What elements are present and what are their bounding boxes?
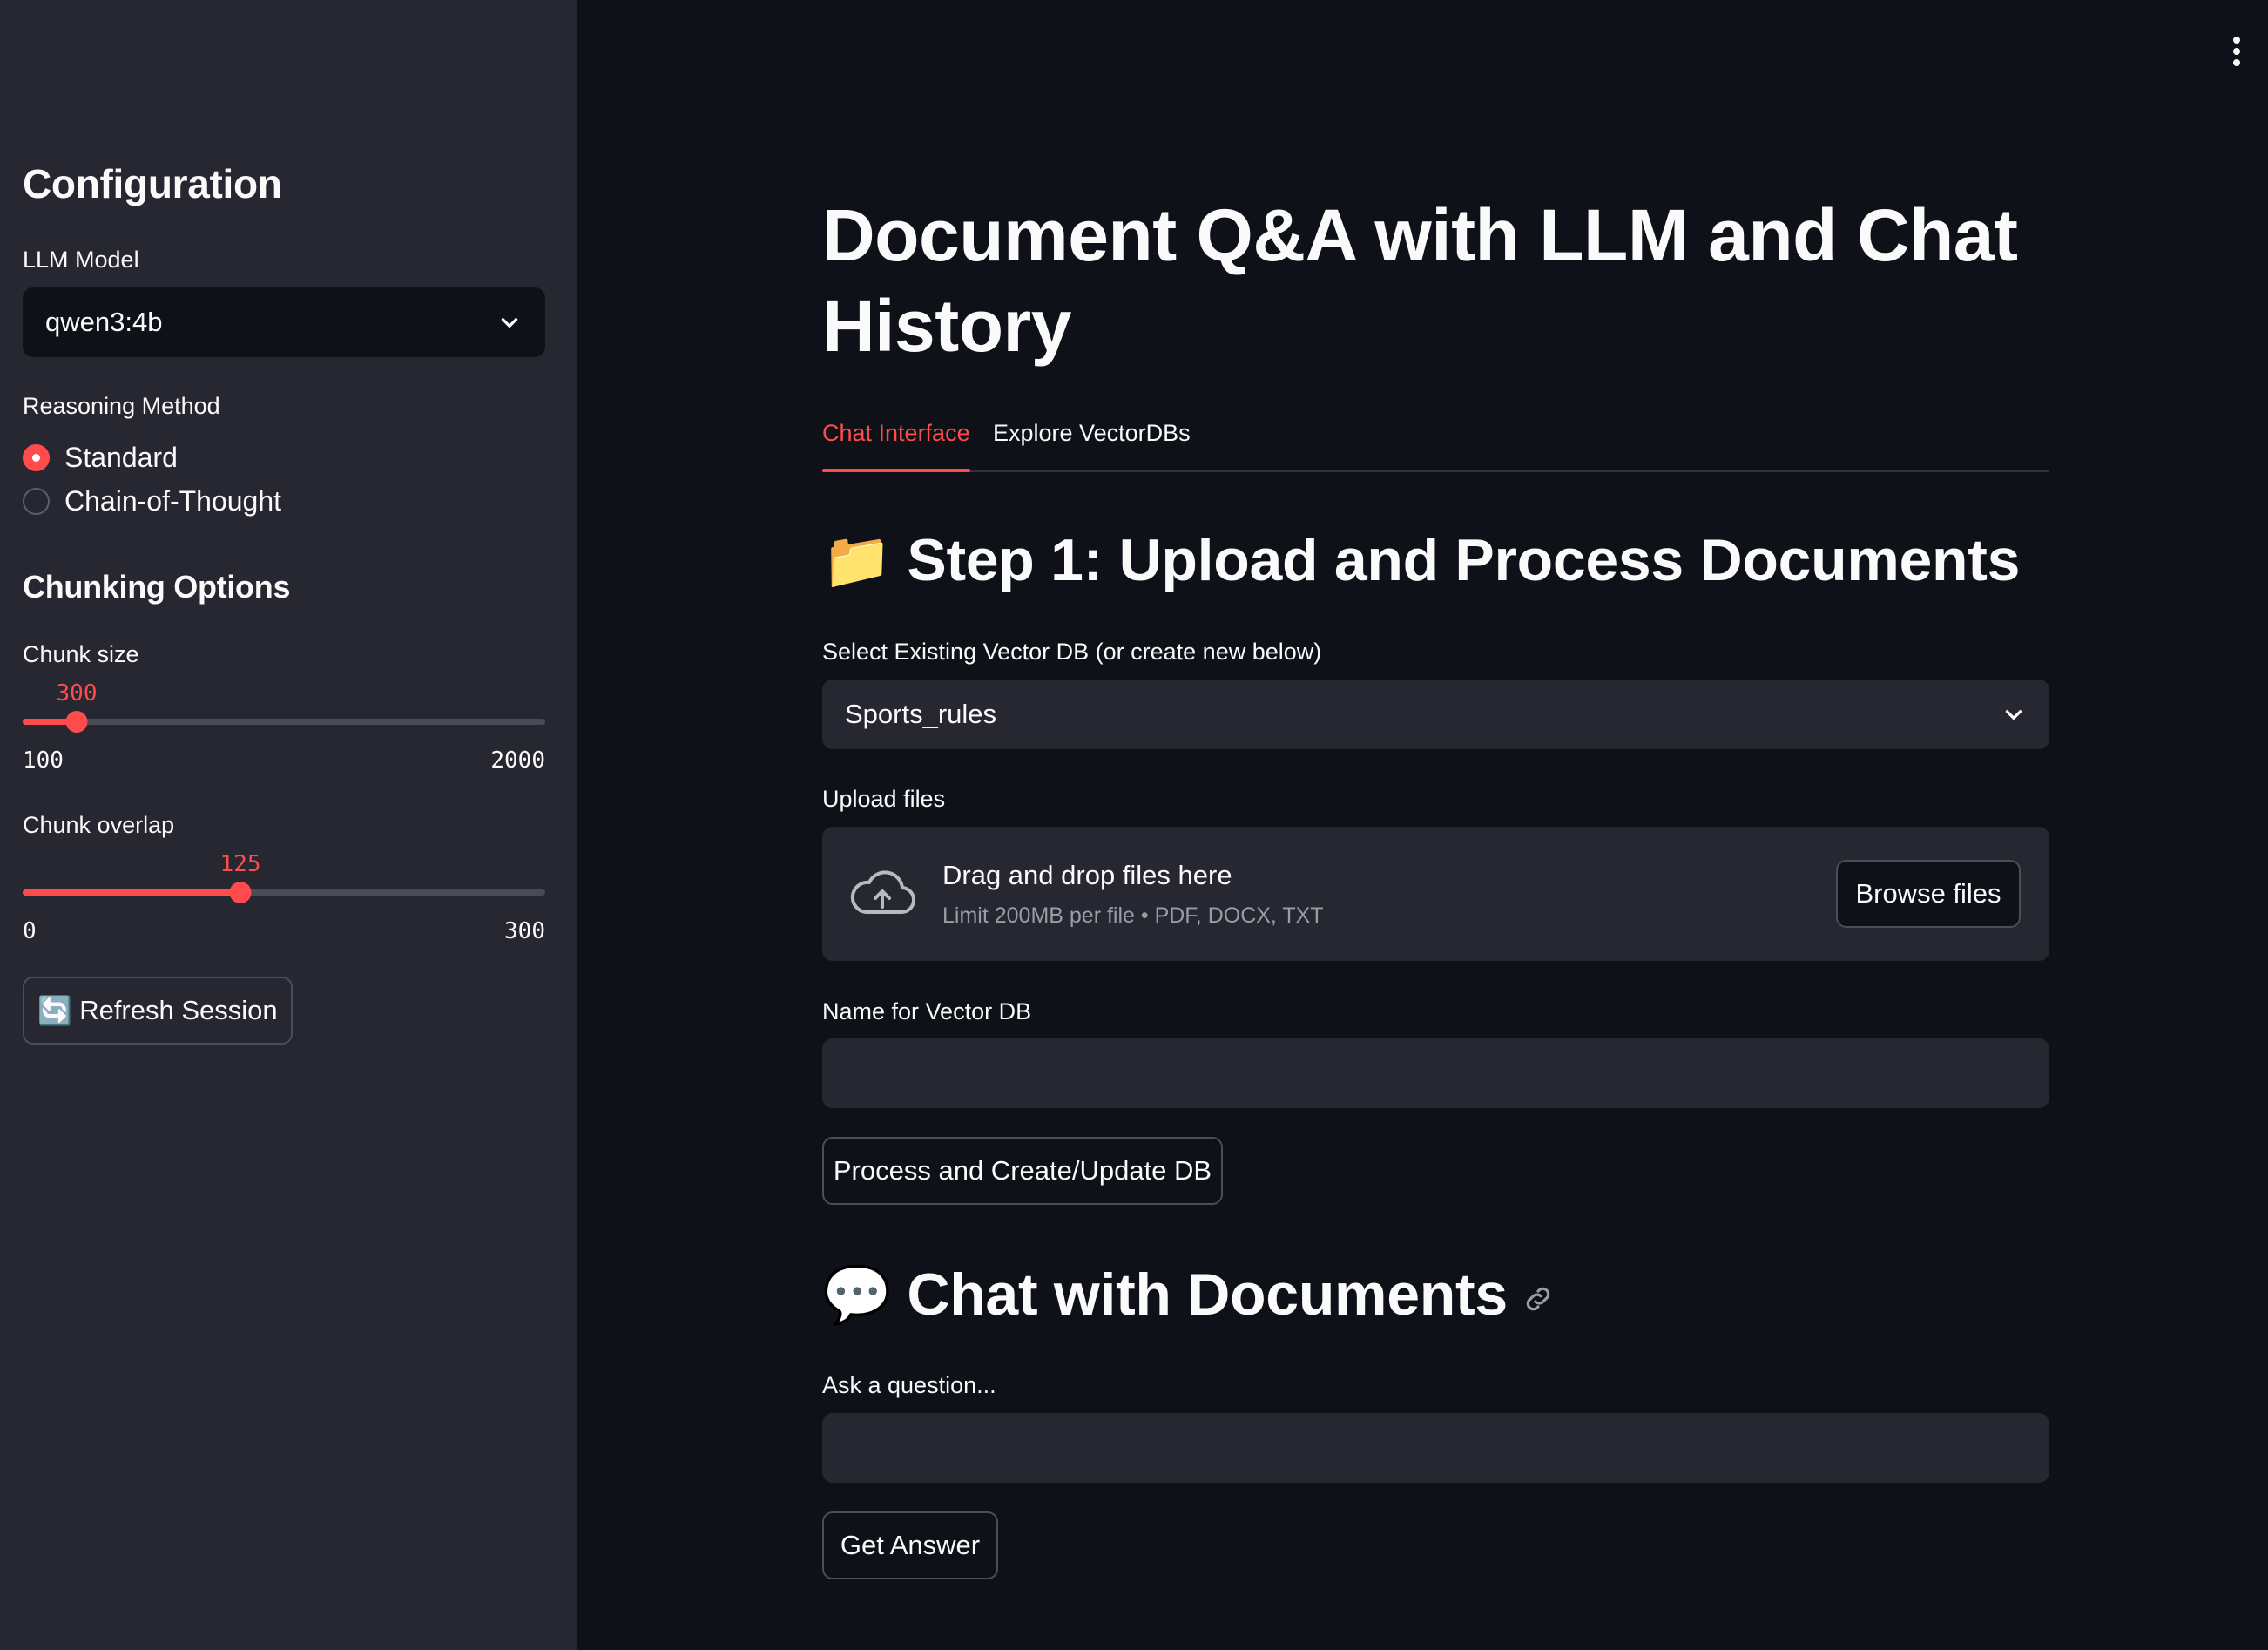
slider-min: 0 (23, 918, 37, 944)
link-icon[interactable] (1522, 1282, 1555, 1315)
chevron-down-icon (2005, 710, 2022, 720)
speech-bubble-icon: 💬 (822, 1262, 892, 1326)
refresh-session-button[interactable]: 🔄 Refresh Session (23, 977, 293, 1045)
chunk-size-label: Chunk size (23, 641, 139, 667)
sidebar: Configuration LLM Model qwen3:4b Reasoni… (0, 0, 577, 1650)
vector-db-name-input[interactable] (822, 1038, 2049, 1108)
slider-max: 300 (504, 918, 545, 944)
step1-heading: 📁 Step 1: Upload and Process Documents (822, 526, 2020, 594)
slider-thumb[interactable] (229, 882, 252, 903)
slider-track (23, 719, 545, 725)
chunk-size-slider[interactable]: 300 100 2000 (23, 680, 545, 776)
tab-divider (822, 470, 2049, 472)
slider-value: 125 (219, 851, 261, 877)
more-options-icon[interactable] (2231, 37, 2242, 66)
radio-label-standard: Standard (64, 442, 178, 473)
radio-label-chain-of-thought: Chain-of-Thought (64, 485, 282, 517)
radio-unselected-icon (23, 488, 50, 515)
chunking-options-heading: Chunking Options (23, 569, 291, 605)
browse-files-button[interactable]: Browse files (1836, 860, 2021, 928)
chunk-overlap-slider[interactable]: 125 0 300 (23, 851, 545, 947)
main-content: Document Q&A with LLM and Chat History C… (577, 0, 2268, 1650)
file-dropzone[interactable]: Drag and drop files here Limit 200MB per… (822, 827, 2049, 961)
slider-min: 100 (23, 747, 64, 774)
slider-max: 2000 (490, 747, 545, 774)
app-window: Configuration LLM Model qwen3:4b Reasoni… (0, 0, 2268, 1650)
llm-model-label: LLM Model (23, 247, 139, 273)
slider-fill (23, 889, 240, 896)
chat-heading-text: Chat with Documents (907, 1261, 1508, 1328)
sidebar-heading: Configuration (23, 161, 282, 206)
question-label: Ask a question... (822, 1372, 996, 1398)
reasoning-method-label: Reasoning Method (23, 393, 220, 419)
llm-model-value: qwen3:4b (45, 307, 163, 337)
vector-db-select[interactable]: Sports_rules (822, 680, 2049, 749)
radio-chain-of-thought[interactable]: Chain-of-Thought (23, 485, 281, 517)
dropzone-limits: Limit 200MB per file • PDF, DOCX, TXT (942, 903, 1324, 928)
tab-chat-interface[interactable]: Chat Interface (822, 420, 970, 472)
refresh-icon: 🔄 (37, 995, 73, 1026)
chat-heading: 💬 Chat with Documents (822, 1261, 1555, 1329)
tab-explore-vectordbs[interactable]: Explore VectorDBs (993, 420, 1191, 447)
vector-db-value: Sports_rules (845, 699, 997, 729)
vector-db-label: Select Existing Vector DB (or create new… (822, 639, 1322, 665)
chevron-down-icon (501, 318, 518, 328)
radio-selected-icon (23, 444, 50, 471)
chunk-overlap-label: Chunk overlap (23, 812, 175, 838)
cloud-upload-icon (850, 870, 916, 915)
question-input[interactable] (822, 1413, 2049, 1483)
slider-thumb[interactable] (65, 711, 88, 733)
page-title: Document Q&A with LLM and Chat History (822, 194, 2018, 367)
radio-standard[interactable]: Standard (23, 442, 178, 474)
folder-icon: 📁 (822, 528, 892, 592)
tab-bar: Chat Interface Explore VectorDBs (822, 416, 2049, 472)
slider-value: 300 (56, 680, 98, 707)
llm-model-select[interactable]: qwen3:4b (23, 287, 545, 357)
dropzone-title: Drag and drop files here (942, 860, 1232, 890)
vector-db-name-label: Name for Vector DB (822, 998, 1032, 1024)
get-answer-button[interactable]: Get Answer (822, 1511, 998, 1579)
step1-heading-text: Step 1: Upload and Process Documents (907, 527, 2021, 593)
refresh-session-label: Refresh Session (79, 995, 278, 1025)
process-db-button[interactable]: Process and Create/Update DB (822, 1137, 1223, 1205)
upload-files-label: Upload files (822, 786, 946, 812)
